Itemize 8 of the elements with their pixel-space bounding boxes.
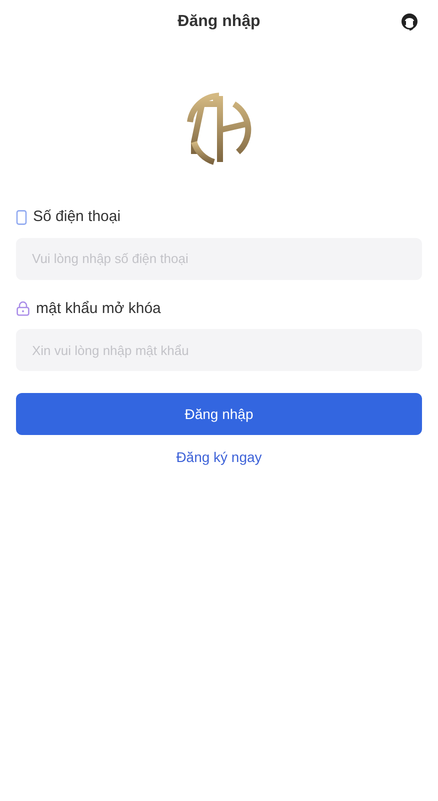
login-button[interactable]: Đăng nhập [16, 393, 422, 435]
field-label: mật khẩu mở khóa [36, 298, 161, 318]
phone-icon [16, 210, 27, 225]
page-title: Đăng nhập [178, 12, 260, 32]
headset-icon[interactable] [399, 12, 420, 33]
lock-icon [16, 301, 30, 316]
field-label: Số điện thoại [33, 207, 121, 227]
register-link[interactable]: Đăng ký ngay [176, 447, 262, 468]
